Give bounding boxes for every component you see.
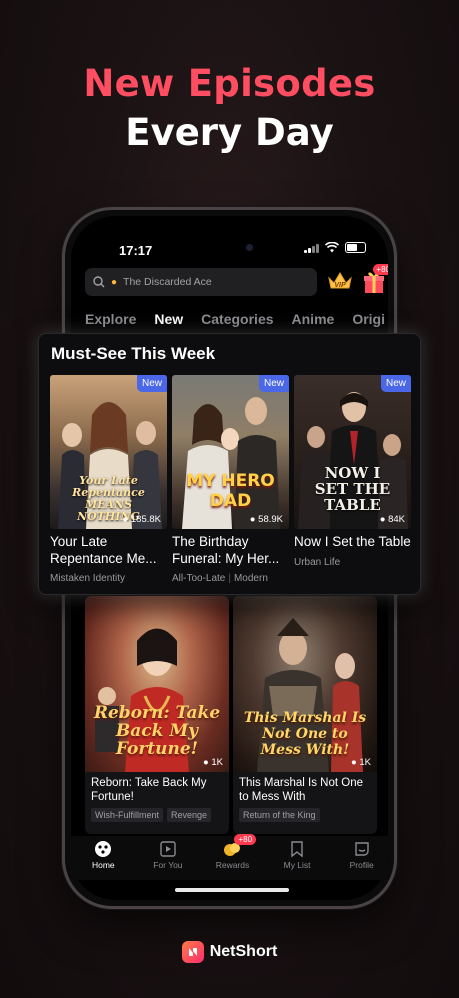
nav-my-list[interactable]: My List [269,840,325,880]
drama-tags: Urban Life [294,557,411,568]
must-see-panel: Must-See This Week Your Late Repentance … [38,333,421,595]
gift-button[interactable]: +80 [359,264,388,296]
wifi-icon [325,242,339,253]
tag[interactable]: Return of the King [239,808,320,822]
headline-line-2: Every Day [125,111,334,154]
vip-label: VIP [334,282,346,289]
drama-title: Now I Set the Table [294,534,411,549]
tag[interactable]: Mistaken Identity [50,573,125,584]
nav-profile[interactable]: Profile [334,840,388,880]
poster-image: This Marshal Is Not One to Mess With! ● … [233,596,377,772]
profile-icon [354,842,369,856]
dynamic-island [183,234,283,262]
drama-card[interactable]: This Marshal Is Not One to Mess With! ● … [233,596,377,834]
view-count: ● 58.9K [249,514,283,525]
panel-title: Must-See This Week [51,344,216,363]
new-badge: New [136,375,167,392]
vip-button[interactable]: VIP [325,268,355,296]
drama-title: Your Late Repentance Me... [50,534,157,566]
view-count: ● 185.8K [122,514,161,525]
crown-icon: VIP [328,272,352,289]
tab-explore[interactable]: Explore [85,311,136,327]
gift-badge: +80 [373,264,388,275]
tag[interactable]: Wish-Fulfillment [91,808,164,822]
netshort-logo-icon [181,941,204,963]
nav-for-you[interactable]: For You [140,840,196,880]
drama-title: The Birthday Funeral: My Her... [172,534,280,566]
must-see-card[interactable]: MY HERO DAD New ● 58.9K The Birthday Fun… [172,375,289,584]
poster-image: Reborn: Take Back My Fortune! ● 1K [85,596,229,772]
tab-categories[interactable]: Categories [201,311,273,327]
tag[interactable]: Modern [234,573,268,584]
nav-my-list-label: My List [283,860,311,870]
view-count: ● 1K [202,757,223,768]
tag[interactable]: All-Too-Late [172,573,225,584]
view-count: ● 84K [379,514,405,525]
tag[interactable]: Urban Life [294,557,340,568]
drama-card[interactable]: Reborn: Take Back My Fortune! ● 1K Rebor… [85,596,229,834]
drama-title: This Marshal Is Not One to Mess With [239,777,363,803]
drama-grid: Reborn: Take Back My Fortune! ● 1K Rebor… [85,596,377,836]
top-tabs: Explore New Categories Anime Origi [85,311,385,327]
drama-tags: Wish-Fulfillment Revenge [85,804,229,826]
home-indicator [175,888,289,892]
poster-title: MY HERO DAD [186,471,275,511]
bottom-nav: Home For You +80 Rewards My List Profile [71,834,388,880]
status-time: 17:17 [119,243,153,258]
poster-title: This Marshal Is Not One to Mess With! [243,710,367,758]
drama-tags: Mistaken Identity [50,573,167,584]
poster-image: Your Late Repentance MEANS NOTHING New ●… [50,375,167,529]
play-icon [160,841,176,857]
must-see-card[interactable]: NOW I SET THE TABLE New ● 84K Now I Set … [294,375,411,568]
tag[interactable]: Revenge [167,808,212,822]
search-icon [93,276,105,288]
view-count: ● 1K [350,757,371,768]
signal-icon [304,243,319,253]
tab-originals[interactable]: Origi [352,311,385,327]
headline: New Episodes Every Day [0,62,459,154]
poster-title: Reborn: Take Back My Fortune! [93,703,221,759]
nav-home[interactable]: Home [75,840,131,880]
nav-for-you-label: For You [153,860,183,870]
brand-name: NetShort [209,943,278,960]
drama-tags: All-Too-Late | Modern [172,573,268,584]
fire-icon: ● [111,276,118,288]
status-icons [304,242,366,253]
poster-image: NOW I SET THE TABLE New ● 84K [294,375,411,529]
tab-anime[interactable]: Anime [292,311,335,327]
poster-image: MY HERO DAD New ● 58.9K [172,375,289,529]
must-see-card[interactable]: Your Late Repentance MEANS NOTHING New ●… [50,375,167,584]
poster-title: NOW I SET THE TABLE [314,464,391,514]
nav-rewards[interactable]: +80 Rewards [204,834,260,880]
nav-home-label: Home [91,860,115,870]
search-bar[interactable]: ● The Discarded Ace [85,268,317,296]
home-icon [95,841,112,857]
nav-rewards-label: Rewards [215,860,250,870]
bookmark-icon [291,841,303,858]
search-placeholder: The Discarded Ace [123,276,212,288]
battery-icon [345,242,366,253]
drama-title: Reborn: Take Back My Fortune! [91,777,207,803]
rewards-badge: +80 [234,834,257,845]
tab-new[interactable]: New [154,311,183,327]
nav-profile-label: Profile [349,860,374,870]
new-badge: New [380,375,411,392]
new-badge: New [258,375,289,392]
headline-line-1: New Episodes [83,62,376,105]
brand-footer: NetShort [0,941,459,963]
drama-tags: Return of the King [233,804,377,826]
